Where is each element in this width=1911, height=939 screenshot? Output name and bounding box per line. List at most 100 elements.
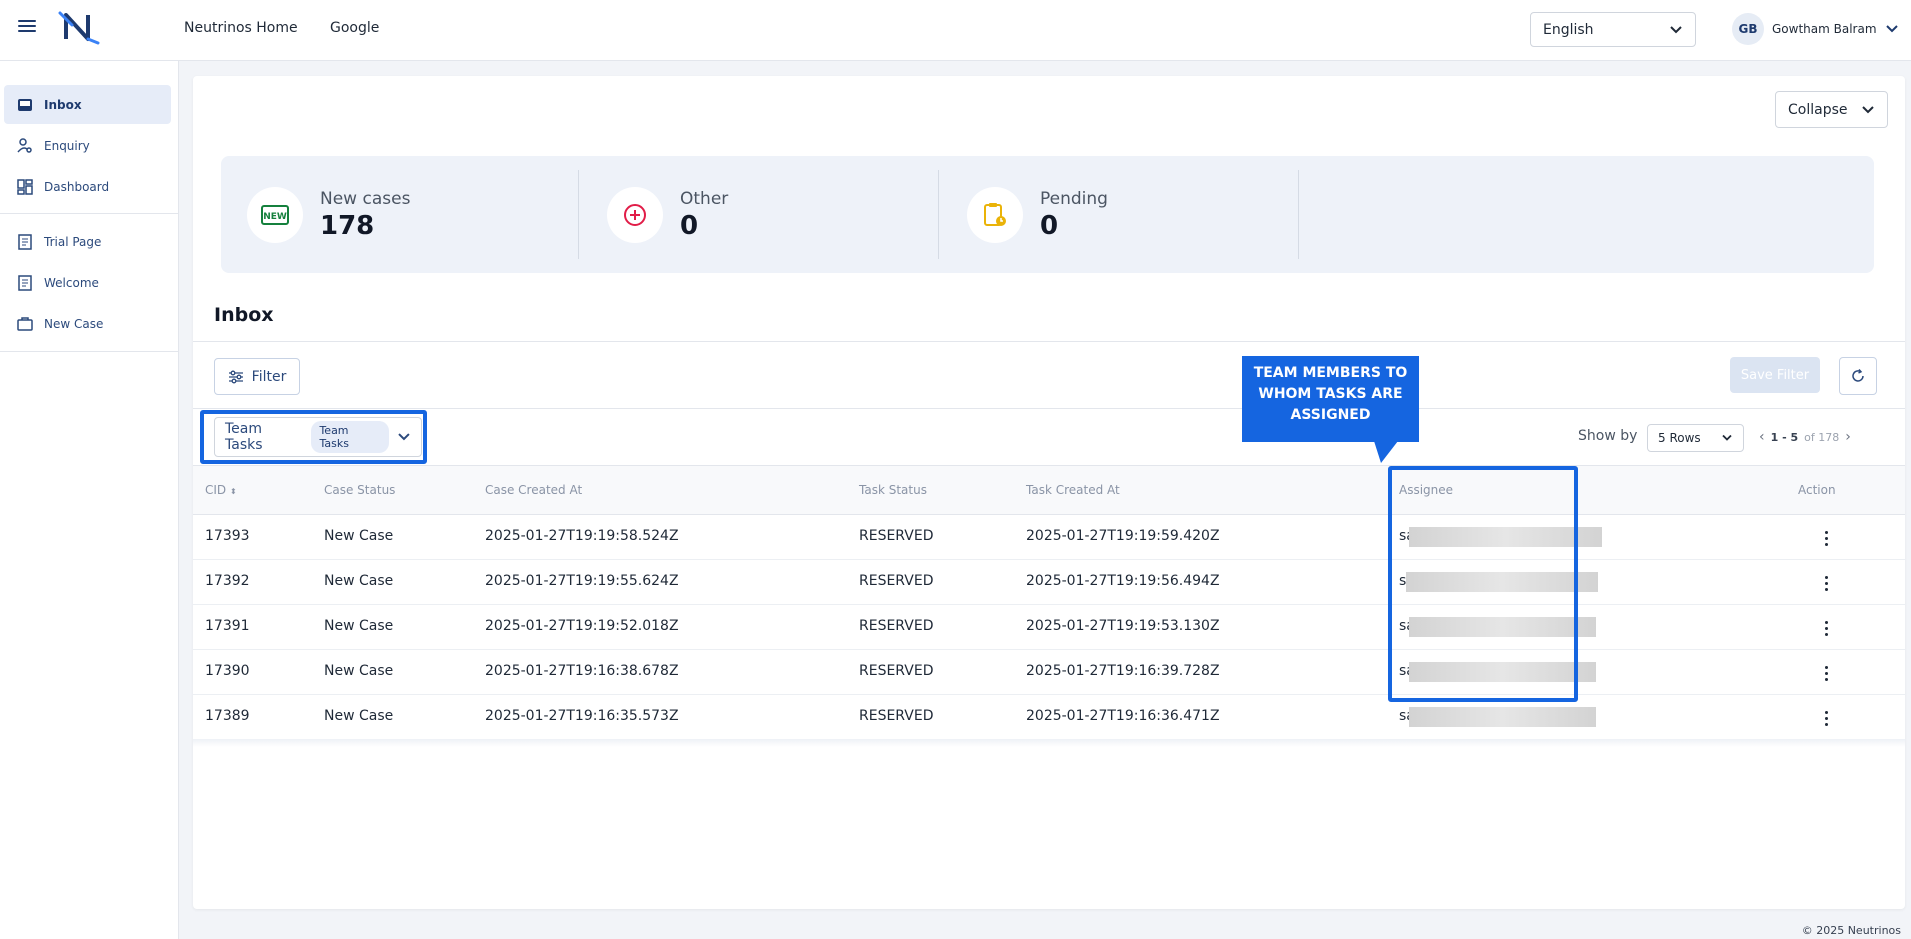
sidebar-item-dashboard[interactable]: Dashboard (4, 167, 171, 206)
stat-value: 0 (1040, 210, 1059, 241)
team-tasks-select[interactable]: Team Tasks Team Tasks (214, 417, 422, 457)
column-header-task-status: Task Status (859, 483, 927, 497)
sidebar-item-inbox[interactable]: Inbox (4, 85, 171, 124)
cell-case-status: New Case (324, 663, 394, 679)
inbox-icon (18, 98, 32, 111)
stat-divider (578, 170, 579, 259)
nav-link-neutrinos-home[interactable]: Neutrinos Home (184, 20, 298, 36)
team-tasks-label: Team Tasks (225, 421, 263, 453)
stat-label: New cases (320, 188, 411, 209)
cell-cid: 17390 (205, 663, 250, 679)
briefcase-icon (17, 316, 33, 331)
column-header-case-status: Case Status (324, 483, 396, 497)
table-row[interactable]: 17389 New Case 2025-01-27T19:16:35.573Z … (193, 695, 1905, 740)
sidebar-item-welcome[interactable]: Welcome (4, 263, 171, 302)
row-actions-icon[interactable] (1816, 573, 1836, 593)
rows-per-page-value: 5 Rows (1658, 431, 1701, 445)
cell-case-created: 2025-01-27T19:19:52.018Z (485, 618, 679, 634)
row-actions-icon[interactable] (1816, 618, 1836, 638)
collapse-button[interactable]: Collapse (1775, 91, 1888, 128)
chevron-down-icon (1670, 25, 1682, 33)
new-badge-icon: NEW (247, 186, 303, 243)
sliders-icon (228, 370, 243, 383)
chevron-down-icon (1885, 25, 1898, 33)
prev-page-icon[interactable]: ‹ (1759, 429, 1765, 445)
stat-divider (938, 170, 939, 259)
cell-cid: 17389 (205, 708, 250, 724)
pager-total: of 178 (1804, 430, 1840, 444)
stat-pending[interactable]: Pending 0 (941, 170, 1301, 259)
cell-case-status: New Case (324, 618, 394, 634)
table-bottom-shadow (193, 739, 1905, 747)
avatar: GB (1732, 13, 1764, 45)
cell-task-status: RESERVED (859, 663, 934, 679)
menu-icon[interactable] (18, 20, 36, 34)
row-actions-icon[interactable] (1816, 708, 1836, 728)
sidebar-item-enquiry[interactable]: Enquiry (4, 126, 171, 165)
sidebar-item-label: Dashboard (44, 179, 110, 194)
pager-range: 1 - 5 (1770, 430, 1799, 444)
cell-task-status: RESERVED (859, 618, 934, 634)
cell-case-created: 2025-01-27T19:19:58.524Z (485, 528, 679, 544)
cell-task-created: 2025-01-27T19:19:59.420Z (1026, 528, 1220, 544)
stats-panel: NEW New cases 178 Other 0 Pending 0 (221, 156, 1874, 273)
chevron-down-icon (1722, 434, 1732, 441)
sidebar-item-label: Trial Page (44, 234, 102, 249)
cell-task-created: 2025-01-27T19:19:53.130Z (1026, 618, 1220, 634)
column-header-cid[interactable]: CID ⬍ (205, 483, 237, 497)
filter-button[interactable]: Filter (214, 358, 300, 395)
sidebar-item-trial-page[interactable]: Trial Page (4, 222, 171, 261)
column-header-task-created: Task Created At (1026, 483, 1120, 497)
cell-cid: 17393 (205, 528, 250, 544)
stat-label: Other (680, 188, 729, 209)
plus-circle-icon (607, 186, 663, 243)
person-search-icon (17, 137, 32, 153)
chevron-down-icon (398, 433, 410, 441)
filter-label: Filter (251, 368, 287, 385)
show-by-label: Show by (1578, 428, 1638, 444)
language-select[interactable]: English (1530, 12, 1696, 47)
stat-value: 0 (680, 210, 699, 241)
stat-divider (1298, 170, 1299, 259)
refresh-icon (1852, 369, 1864, 382)
callout-tail (1374, 441, 1398, 463)
table-row[interactable]: 17390 New Case 2025-01-27T19:16:38.678Z … (193, 650, 1905, 695)
cell-case-created: 2025-01-27T19:16:38.678Z (485, 663, 679, 679)
collapse-label: Collapse (1788, 101, 1848, 118)
stat-label: Pending (1040, 188, 1108, 209)
table-row[interactable]: 17393 New Case 2025-01-27T19:19:58.524Z … (193, 515, 1905, 560)
chevron-down-icon (1862, 105, 1874, 113)
cell-task-created: 2025-01-27T19:19:56.494Z (1026, 573, 1220, 589)
page-icon (18, 274, 32, 291)
cell-case-created: 2025-01-27T19:16:35.573Z (485, 708, 679, 724)
refresh-button[interactable] (1839, 357, 1877, 395)
divider (193, 341, 1905, 342)
stat-new-cases[interactable]: NEW New cases 178 (221, 170, 581, 259)
row-actions-icon[interactable] (1816, 663, 1836, 683)
sidebar-item-new-case[interactable]: New Case (4, 304, 171, 343)
user-menu[interactable]: GB Gowtham Balram (1732, 13, 1899, 45)
dashboard-icon (17, 178, 33, 195)
cell-case-status: New Case (324, 573, 394, 589)
cell-task-status: RESERVED (859, 528, 934, 544)
sort-icon[interactable]: ⬍ (230, 487, 237, 496)
cell-cid: 17391 (205, 618, 250, 634)
row-actions-icon[interactable] (1816, 528, 1836, 548)
assignee-highlight (1388, 466, 1578, 702)
neutrinos-logo[interactable] (58, 9, 102, 45)
inbox-title: Inbox (214, 304, 274, 326)
divider (193, 408, 1905, 409)
rows-per-page-select[interactable]: 5 Rows (1647, 424, 1744, 452)
page-icon (18, 233, 32, 250)
assignee-redaction (1409, 707, 1596, 727)
next-page-icon[interactable]: › (1845, 429, 1851, 445)
assignee-callout: TEAM MEMBERS TO WHOM TASKS ARE ASSIGNED (1242, 356, 1419, 442)
save-filter-button[interactable]: Save Filter (1730, 357, 1820, 393)
table-row[interactable]: 17392 New Case 2025-01-27T19:19:55.624Z … (193, 560, 1905, 605)
stat-other[interactable]: Other 0 (581, 170, 941, 259)
cell-case-created: 2025-01-27T19:19:55.624Z (485, 573, 679, 589)
clipboard-clock-icon (967, 186, 1023, 243)
sidebar-divider (0, 213, 179, 214)
nav-link-google[interactable]: Google (330, 20, 379, 36)
table-row[interactable]: 17391 New Case 2025-01-27T19:19:52.018Z … (193, 605, 1905, 650)
